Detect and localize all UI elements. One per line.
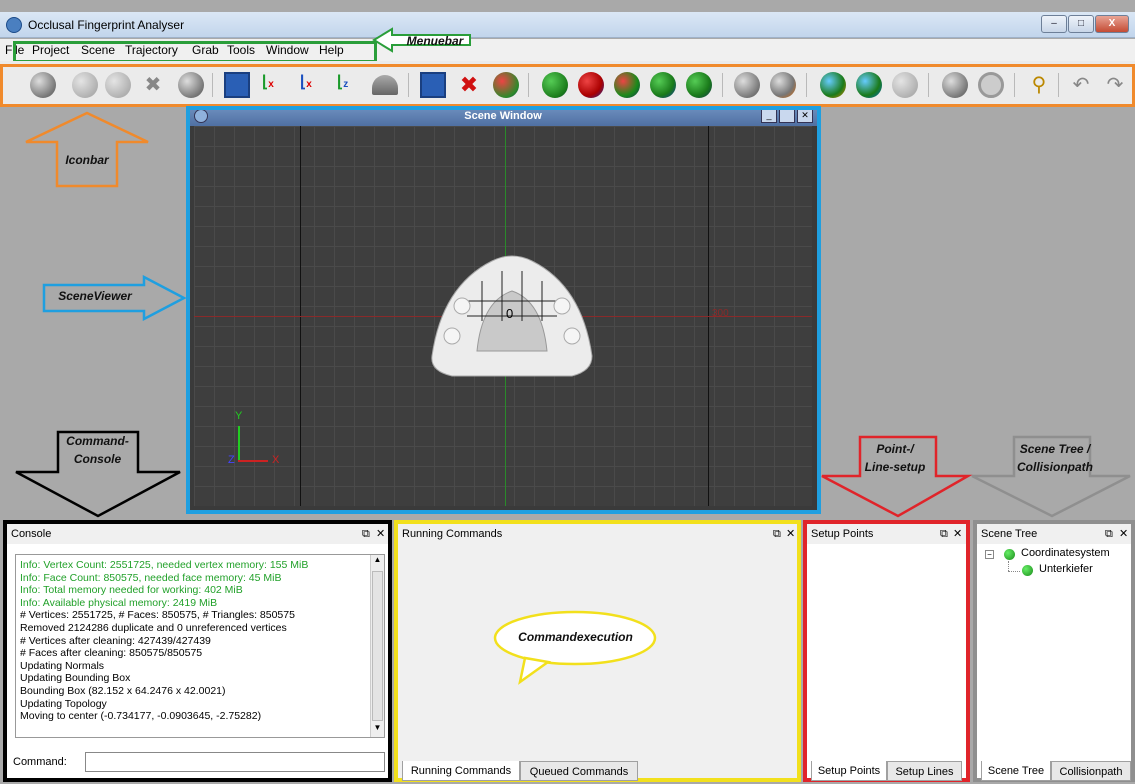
scroll-thumb[interactable] xyxy=(372,571,383,721)
console-line: Info: Total memory needed for working: 4… xyxy=(20,584,243,597)
console-scrollbar[interactable]: ▲ ▼ xyxy=(370,555,384,737)
dock-float-icon[interactable]: ⧉ xyxy=(362,524,370,544)
tree-collapse-icon[interactable]: − xyxy=(985,550,994,559)
tree-item-unterkiefer[interactable]: Unterkiefer xyxy=(1039,563,1093,575)
console-line: Removed 2124286 duplicate and 0 unrefere… xyxy=(20,621,287,634)
title-bar: Occlusal Fingerprint Analyser – □ X xyxy=(0,12,1135,38)
dock-close-icon[interactable]: ✕ xyxy=(786,524,795,544)
console-line: Moving to center (-0.734177, -0.0903645,… xyxy=(20,710,262,723)
tab-setup-lines[interactable]: Setup Lines xyxy=(887,761,962,781)
iconbar-highlight xyxy=(0,64,1135,107)
tree-annotation-1: Scene Tree / xyxy=(1019,442,1091,456)
menuebar-annotation: Menuebar xyxy=(406,34,464,48)
minimize-button[interactable]: – xyxy=(1041,15,1067,33)
command-input[interactable] xyxy=(85,752,385,772)
dock-close-icon[interactable]: ✕ xyxy=(953,524,962,544)
console-panel: Console ⧉ ✕ Info: Vertex Count: 2551725,… xyxy=(3,520,392,782)
point-annotation-1: Point-/ xyxy=(876,442,914,456)
console-annotation-2: Console xyxy=(73,452,122,466)
tree-item-coordinatesystem[interactable]: Coordinatesystem xyxy=(1021,547,1110,559)
console-line: Updating Bounding Box xyxy=(20,672,131,685)
maximize-button[interactable]: □ xyxy=(1068,15,1094,33)
command-label: Command: xyxy=(13,756,67,768)
console-line: Updating Normals xyxy=(20,659,105,672)
window-title: Occlusal Fingerprint Analyser xyxy=(28,18,185,32)
tab-collisionpath[interactable]: Collisionpath xyxy=(1051,761,1131,781)
console-title: Console ⧉ ✕ xyxy=(7,524,388,544)
close-button[interactable]: X xyxy=(1095,15,1129,33)
console-line: Info: Available physical memory: 2419 Mi… xyxy=(20,596,218,609)
dock-close-icon[interactable]: ✕ xyxy=(376,524,385,544)
running-title: Running Commands xyxy=(402,528,503,540)
console-line: Info: Face Count: 850575, needed face me… xyxy=(20,571,282,584)
console-output[interactable]: Info: Vertex Count: 2551725, needed vert… xyxy=(15,554,385,738)
tab-scene-tree[interactable]: Scene Tree xyxy=(981,761,1051,781)
console-line: # Vertices: 2551725, # Faces: 850575, # … xyxy=(20,609,295,622)
iconbar-annotation: Iconbar xyxy=(65,153,109,167)
sceneviewer-annotation: SceneViewer xyxy=(58,289,132,303)
tab-queued-commands[interactable]: Queued Commands xyxy=(520,761,638,781)
setup-title: Setup Points xyxy=(811,528,874,540)
setup-points-panel: Setup Points ⧉ ✕ Setup Points Setup Line… xyxy=(803,520,970,782)
dock-float-icon[interactable]: ⧉ xyxy=(773,524,781,544)
scene-tree-panel: Scene Tree ⧉ ✕ − Coordinatesystem Unterk… xyxy=(973,520,1135,782)
green-node-icon xyxy=(1022,565,1033,576)
commandexecution-annotation: Commandexecution xyxy=(518,630,633,644)
green-node-icon xyxy=(1004,549,1015,560)
scene-highlight xyxy=(186,106,821,514)
iconbar-arrow xyxy=(25,111,149,188)
commandexecution-bubble xyxy=(493,610,657,685)
scroll-down-icon[interactable]: ▼ xyxy=(371,723,384,732)
menubar-highlight xyxy=(13,41,377,63)
console-line: # Vertices after cleaning: 427439/427439 xyxy=(20,634,211,647)
dock-float-icon[interactable]: ⧉ xyxy=(940,524,948,544)
console-line: Bounding Box (82.152 x 64.2476 x 42.0021… xyxy=(20,684,226,697)
tree-title: Scene Tree xyxy=(981,528,1038,540)
console-lines: Info: Vertex Count: 2551725, needed vert… xyxy=(16,555,384,723)
dock-close-icon[interactable]: ✕ xyxy=(1119,524,1128,544)
point-annotation-2: Line-setup xyxy=(864,460,926,474)
console-line: # Faces after cleaning: 850575/850575 xyxy=(20,647,203,660)
console-line: Updating Topology xyxy=(20,697,107,710)
dock-float-icon[interactable]: ⧉ xyxy=(1105,524,1113,544)
tab-running-commands[interactable]: Running Commands xyxy=(402,761,520,781)
console-annotation-1: Command- xyxy=(66,434,129,448)
running-commands-panel: Running Commands ⧉ ✕ Commandexecution Ru… xyxy=(394,520,801,782)
console-line: Info: Vertex Count: 2551725, needed vert… xyxy=(20,559,309,571)
tree-annotation-2: Collisionpath xyxy=(1017,460,1093,474)
tab-setup-points[interactable]: Setup Points xyxy=(811,761,887,781)
app-icon xyxy=(6,17,22,33)
scroll-up-icon[interactable]: ▲ xyxy=(371,555,384,564)
